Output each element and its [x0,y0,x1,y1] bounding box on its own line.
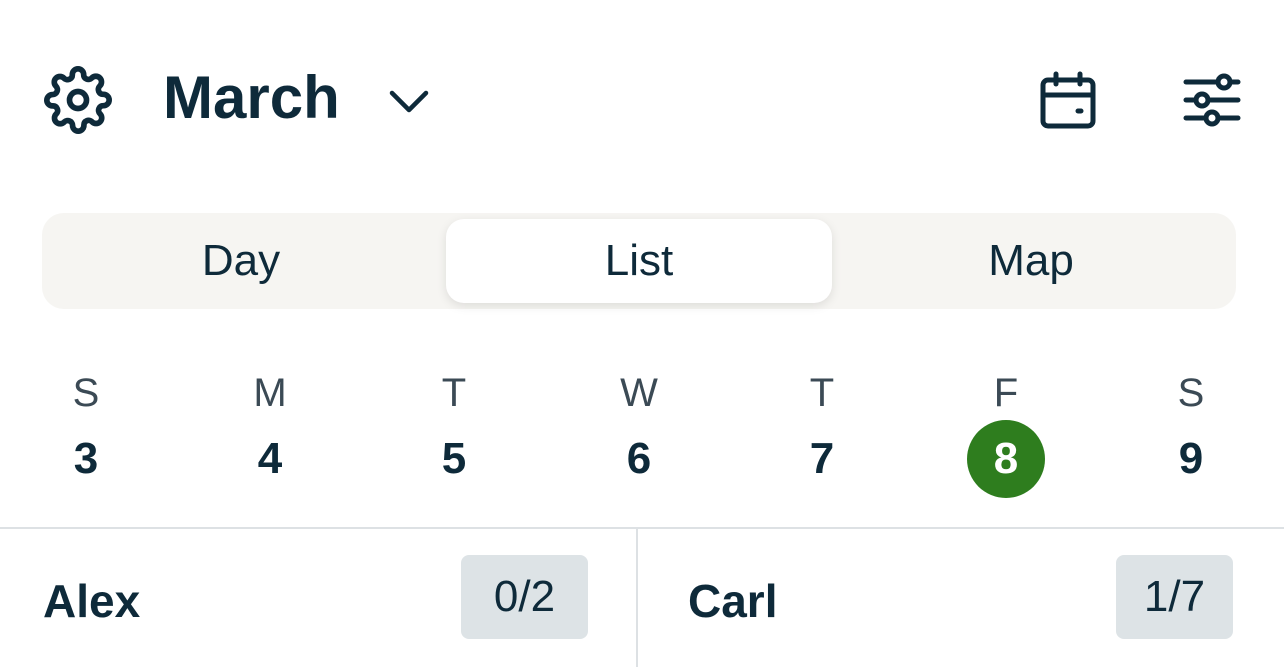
top-bar: March [0,0,1284,200]
week-strip: S 3 M 4 T 5 W 6 T 7 F 8 S 9 [0,360,1284,510]
day-number: 3 [73,434,99,483]
day-number: 5 [441,434,467,483]
count-badge: 1/7 [1116,555,1233,639]
weekday-letter: M [253,371,287,415]
day-saturday[interactable]: S 9 [1131,360,1251,500]
chevron-down-icon[interactable] [386,82,432,122]
sliders-icon[interactable] [1180,70,1244,132]
tab-day[interactable]: Day [48,219,434,303]
day-number: 7 [809,434,835,483]
person-card-carl[interactable]: Carl 1/7 [638,529,1284,667]
weekday-letter: T [441,371,467,415]
day-number: 6 [626,434,652,483]
weekday-letter: T [809,371,835,415]
weekday-letter: S [1177,371,1205,415]
day-monday[interactable]: M 4 [210,360,330,500]
weekday-letter: F [993,371,1019,415]
weekday-letter: W [620,371,658,415]
person-name: Alex [43,575,141,627]
weekday-letter: S [72,371,100,415]
month-title[interactable]: March [163,62,340,134]
view-segmented-control: Day List Map [42,213,1236,309]
day-number: 4 [257,434,283,483]
calendar-icon[interactable] [1036,70,1100,132]
count-badge: 0/2 [461,555,588,639]
day-thursday[interactable]: T 7 [762,360,882,500]
person-name: Carl [688,575,778,627]
day-friday[interactable]: F 8 [946,360,1066,500]
gear-icon[interactable] [44,66,112,134]
selected-day-number: 8 [967,420,1045,498]
day-tuesday[interactable]: T 5 [394,360,514,500]
day-wednesday[interactable]: W 6 [579,360,699,500]
tab-map[interactable]: Map [838,219,1224,303]
day-sunday[interactable]: S 3 [26,360,146,500]
day-number: 9 [1178,434,1204,483]
tab-list[interactable]: List [446,219,832,303]
person-card-alex[interactable]: Alex 0/2 [0,529,636,667]
